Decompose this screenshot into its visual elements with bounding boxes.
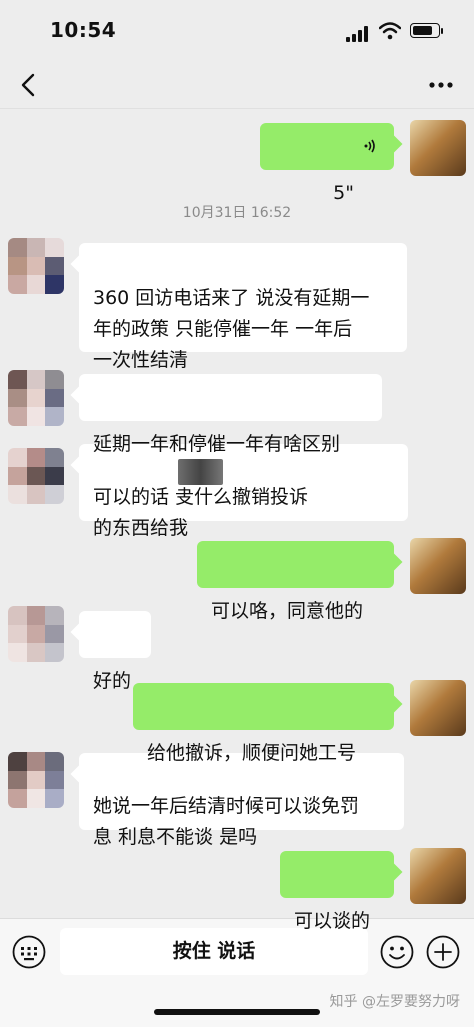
message-bubble[interactable]: 她说一年后结清时候可以谈免罚 息 利息不能谈 是吗 [79,753,404,848]
contact-avatar[interactable] [8,752,64,808]
keyboard-icon[interactable] [12,935,46,969]
message-text: 她说一年后结清时候可以谈免罚 息 利息不能谈 是吗 [93,795,360,848]
wifi-icon [379,22,401,40]
message-timestamp: 10月31日 16:52 [182,205,292,221]
contact-avatar[interactable] [8,606,64,662]
redaction-block [178,459,223,485]
contact-avatar[interactable] [8,370,64,426]
status-time: 10:54 [50,18,117,42]
message-text: 可以的话 叏什么撤销投诉 的东西给我 [93,486,309,539]
message-text: 360 回访电话来了 说没有延期一 年的政策 只能停催一年 一年后 一次性结清 [93,287,370,371]
message-text: 给他撤诉，顺便问她工号 [147,742,357,764]
message-bubble[interactable]: 延期一年和停催一年有啥区别 [79,374,382,455]
ellipsis-icon[interactable] [424,70,458,100]
chevron-left-icon[interactable] [14,70,44,100]
watermark: 知乎 @左罗要努力呀 [329,994,460,1010]
battery-cap [441,28,443,34]
hold-to-talk-button[interactable]: 按住 说话 [60,928,368,975]
message-text: 可以谈的 [294,910,371,932]
voice-duration: 5" [333,182,354,204]
message-text: 好的 [93,670,132,692]
battery-icon [410,23,440,38]
message-text: 可以咯，同意他的 [211,600,364,622]
voice-wave-icon [364,139,375,153]
message-bubble[interactable]: 给他撤诉，顺便问她工号 [133,683,394,764]
message-bubble[interactable]: 360 回访电话来了 说没有延期一 年的政策 只能停催一年 一年后 一次性结清 [79,243,407,371]
message-bubble[interactable]: 可以咯，同意他的 [197,541,394,622]
self-avatar[interactable] [410,680,466,736]
chat-nav-bar [0,62,474,109]
message-text: 延期一年和停催一年有啥区别 [93,433,341,455]
self-avatar[interactable] [410,120,466,176]
self-avatar[interactable] [410,848,466,904]
contact-avatar[interactable] [8,448,64,504]
message-bubble[interactable]: 好的 [79,611,151,692]
message-bubble[interactable]: 可以的话 叏什么撤销投诉 的东西给我 [79,444,408,539]
status-bar: 10:54 [0,0,474,62]
input-bar: 按住 说话 知乎 @左罗要努力呀 [0,918,474,1027]
plus-icon[interactable] [426,935,460,969]
voice-message-bubble[interactable]: 5" [260,123,394,204]
signal-icon [346,26,368,42]
emoji-icon[interactable] [380,935,414,969]
home-indicator [154,1009,320,1015]
contact-avatar[interactable] [8,238,64,294]
message-bubble[interactable]: 可以谈的 [280,851,394,932]
self-avatar[interactable] [410,538,466,594]
